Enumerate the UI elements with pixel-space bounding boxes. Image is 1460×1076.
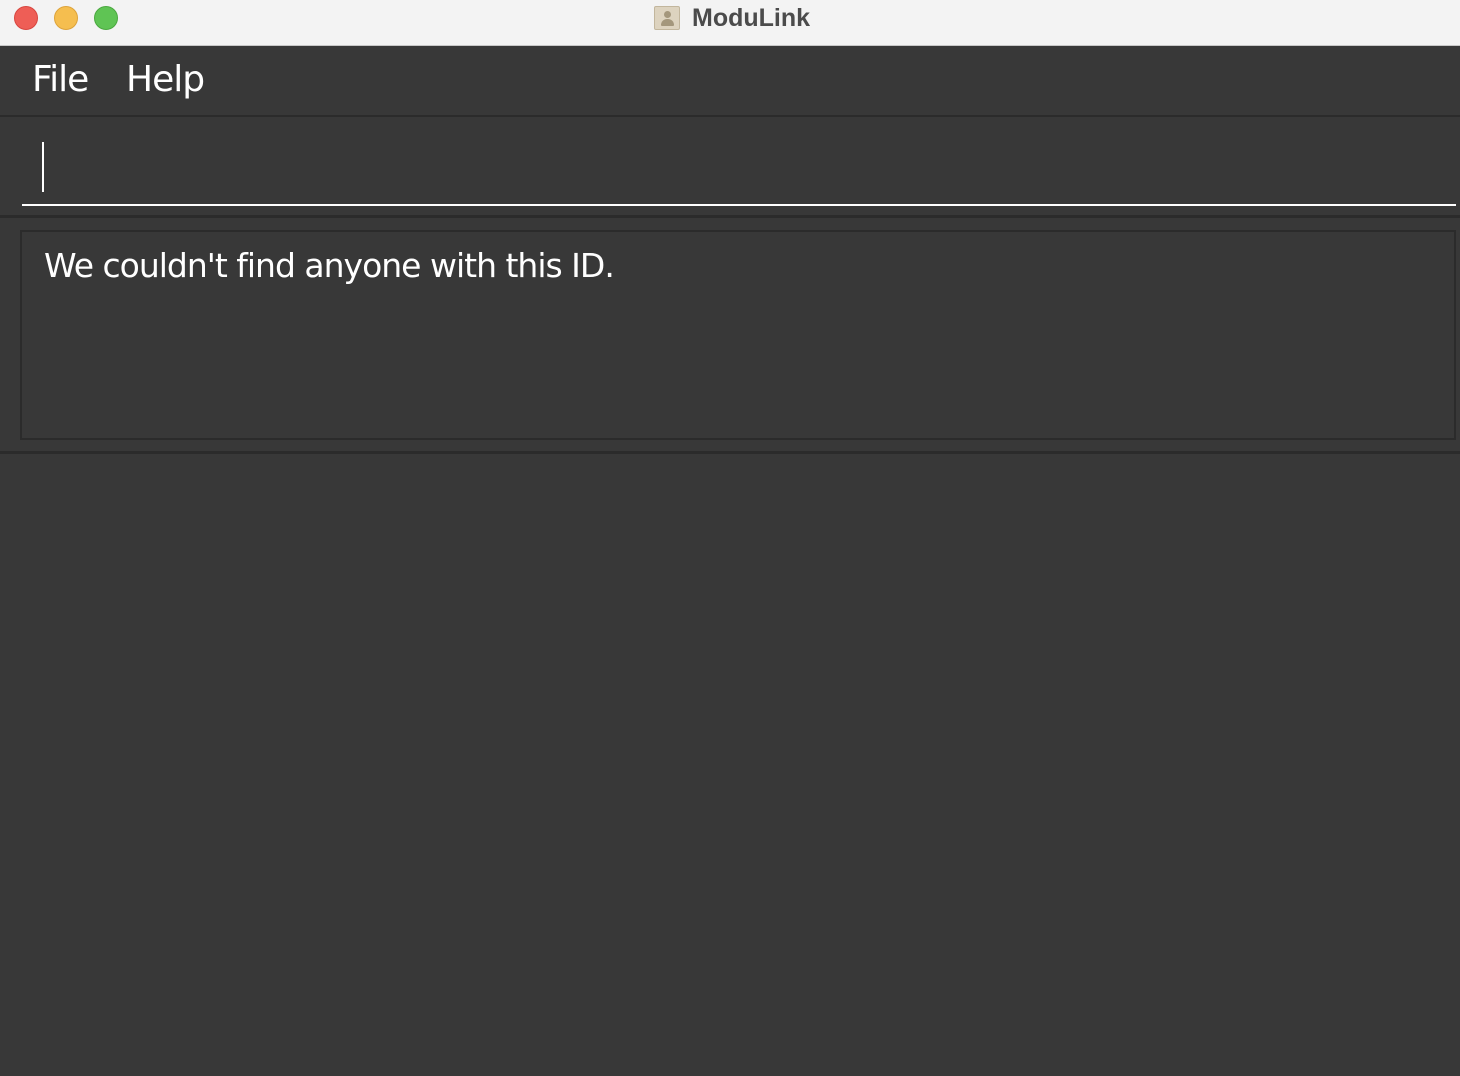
minimize-window-button[interactable] (54, 6, 78, 30)
person-list-panel (0, 455, 1460, 1076)
maximize-window-button[interactable] (94, 6, 118, 30)
address-book-icon (654, 6, 680, 30)
menu-file[interactable]: File (32, 59, 89, 100)
menu-help[interactable]: Help (126, 59, 205, 100)
close-window-button[interactable] (14, 6, 38, 30)
result-display-container: We couldn't find anyone with this ID. (0, 220, 1460, 454)
result-message: We couldn't find anyone with this ID. (44, 246, 615, 285)
command-box-container (0, 118, 1460, 218)
app-window: ModuLink File Help We couldn't find anyo… (0, 0, 1460, 1076)
result-display[interactable]: We couldn't find anyone with this ID. (20, 230, 1456, 440)
window-title: ModuLink (692, 3, 811, 32)
command-input[interactable] (22, 130, 1456, 206)
menu-bar: File Help (0, 47, 1460, 117)
title-bar: ModuLink (0, 0, 1460, 46)
window-title-group: ModuLink (654, 3, 810, 33)
text-cursor (42, 142, 44, 192)
